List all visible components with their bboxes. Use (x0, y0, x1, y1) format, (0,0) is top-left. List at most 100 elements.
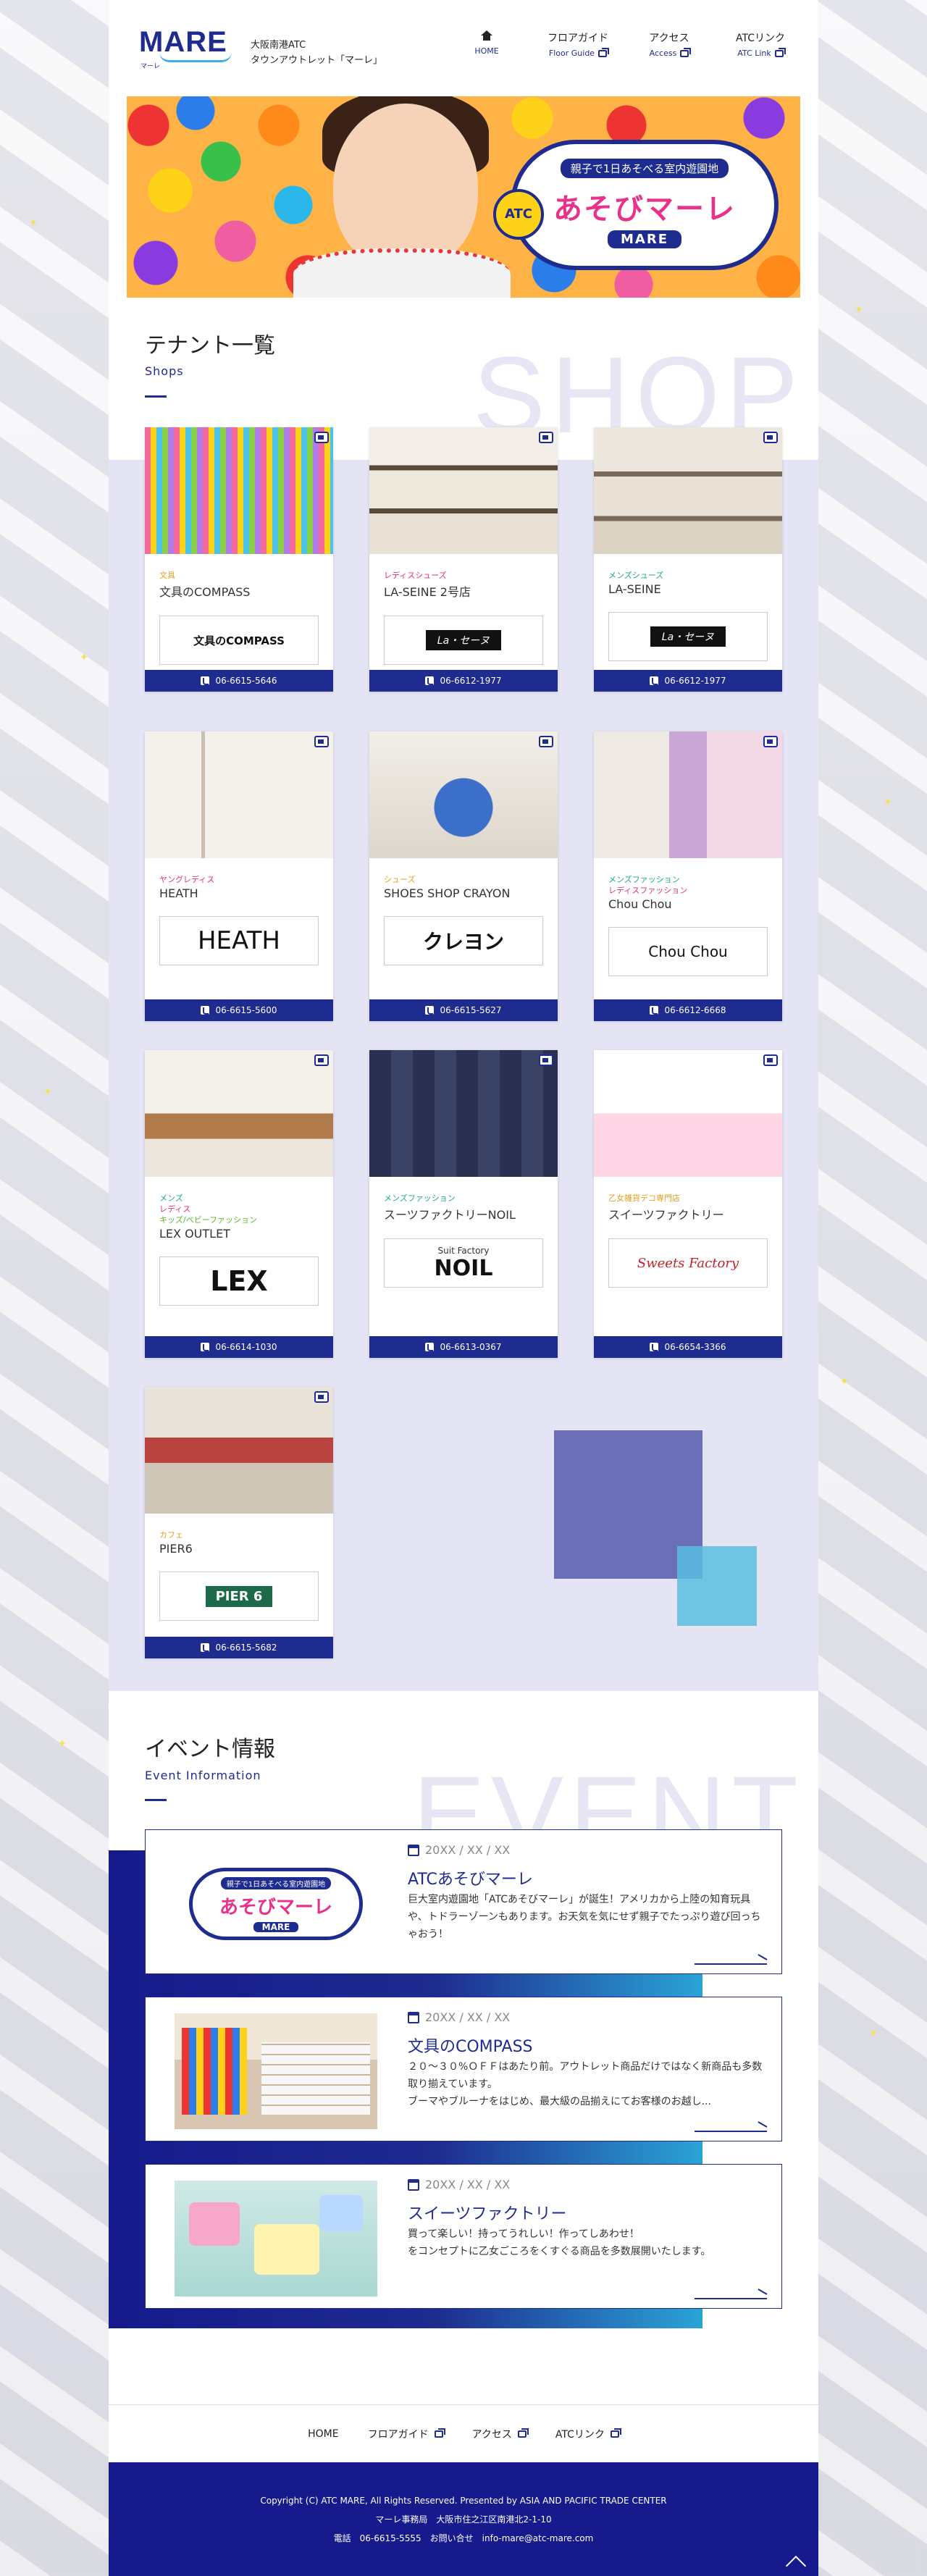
shop-phone-number: 06-6614-1030 (215, 1342, 277, 1352)
image-icon (314, 1054, 329, 1066)
shop-category: メンズファッション (384, 1193, 456, 1203)
shop-card[interactable]: シューズ SHOES SHOP CRAYON クレヨン 06-6615-5627 (369, 731, 558, 1021)
nav-home[interactable]: HOME (443, 30, 530, 59)
shop-card[interactable]: レディスシューズ LA-SEINE 2号店 La・セーヌ 06-6612-1977 (369, 427, 558, 692)
nav-home-label: HOME (474, 46, 499, 56)
shop-phone-number: 06-6615-5627 (440, 1005, 502, 1015)
nav-atc-link-en: ATC Link (737, 49, 771, 58)
back-to-top-icon[interactable] (785, 2554, 807, 2569)
shop-category: ヤングレディス (159, 875, 215, 884)
image-icon (539, 1054, 553, 1066)
shop-logo: La・セーヌ (384, 616, 543, 665)
shop-photo (594, 731, 782, 858)
nav-atc-link-label: ATCリンク (736, 33, 785, 44)
shop-photo (594, 1050, 782, 1177)
event-card[interactable]: 20XX / XX / XX 文具のCOMPASS ２０～３０%ＯＦＦはあたり前… (145, 1997, 782, 2141)
shop-logo-text: クレヨン (422, 930, 504, 954)
child-photo (333, 104, 478, 270)
hero-title: あそびマーレ (553, 193, 736, 226)
shop-categories: メンズファッション レディスファッション (594, 858, 782, 896)
nav-access-label: アクセス (649, 33, 689, 44)
arrow-right-icon[interactable] (695, 2122, 767, 2132)
shop-category: メンズファッション (608, 875, 680, 884)
child-photo-body (293, 248, 511, 298)
events-subtitle: Event Information (145, 1769, 261, 1782)
shop-phone[interactable]: 06-6654-3366 (594, 1336, 782, 1358)
shop-name: スーツファクトリーNOIL (384, 1208, 516, 1222)
shop-card[interactable]: ヤングレディス HEATH HEATH 06-6615-5600 (145, 731, 333, 1021)
shop-categories: メンズ レディス キッズ/ベビーファッション (145, 1177, 333, 1225)
shop-phone[interactable]: 06-6612-1977 (369, 670, 558, 692)
footer-link-home[interactable]: HOME (308, 2428, 338, 2440)
phone-icon (201, 676, 210, 685)
hero-banner[interactable]: ATC 親子で1日あそべる室内遊園地 あそびマーレ MARE (127, 96, 800, 298)
shop-logo-text: HEATH (197, 926, 280, 955)
shop-category: 乙女雑貨デコ専門店 (608, 1193, 680, 1203)
phone-icon (650, 1343, 659, 1351)
shop-card[interactable]: メンズシューズ LA-SEINE La・セーヌ 06-6612-1977 (594, 427, 782, 692)
mare-logo[interactable]: MARE マーレ (139, 28, 233, 71)
shop-card[interactable]: カフェ PIER6 PIER 6 06-6615-5682 (145, 1387, 333, 1658)
shop-phone[interactable]: 06-6615-5600 (145, 999, 333, 1021)
shop-phone[interactable]: 06-6613-0367 (369, 1336, 558, 1358)
phone-icon (650, 1006, 659, 1015)
shop-name: Chou Chou (608, 897, 672, 911)
shop-phone[interactable]: 06-6615-5682 (145, 1637, 333, 1658)
shop-name: HEATH (159, 886, 198, 900)
footer-link-atc[interactable]: ATCリンク (555, 2427, 621, 2441)
shop-phone-number: 06-6615-5682 (215, 1642, 277, 1653)
shop-card[interactable]: メンズファッション レディスファッション Chou Chou Chou Chou 06-… (594, 731, 782, 1021)
shop-photo (369, 1050, 558, 1177)
external-link-icon (774, 47, 786, 57)
event-card[interactable]: 20XX / XX / XX スイーツファクトリー 買って楽しい！持ってうれしい… (145, 2164, 782, 2309)
shop-category: カフェ (159, 1530, 183, 1540)
shops-title: テナント一覧 (145, 333, 275, 358)
shop-phone[interactable]: 06-6612-1977 (594, 670, 782, 692)
footer-link-floor-guide[interactable]: フロアガイド (368, 2427, 445, 2441)
shop-name: LA-SEINE 2号店 (384, 585, 471, 599)
event-title: スイーツファクトリー (408, 2205, 567, 2223)
shop-photo (145, 427, 333, 554)
shop-categories: メンズシューズ (594, 554, 782, 581)
event-card[interactable]: 親子で1日あそべる室内遊園地 あそびマーレ MARE 20XX / XX / X… (145, 1829, 782, 1974)
nav-access-en: Access (649, 49, 677, 58)
shop-logo: PIER 6 (159, 1572, 319, 1621)
shop-photo (369, 731, 558, 858)
shop-phone[interactable]: 06-6615-5627 (369, 999, 558, 1021)
sparkle-icon: ✦ (80, 652, 88, 663)
shop-phone[interactable]: 06-6612-6668 (594, 999, 782, 1021)
phone-icon (425, 676, 435, 685)
shop-logo: クレヨン (384, 916, 543, 965)
shop-categories: ヤングレディス (145, 858, 333, 885)
shop-photo (369, 427, 558, 554)
shop-card[interactable]: 文具 文具のCOMPASS 文具のCOMPASS 06-6615-5646 (145, 427, 333, 692)
calendar-icon (408, 1844, 419, 1856)
shop-phone[interactable]: 06-6615-5646 (145, 670, 333, 692)
phone-icon (201, 1343, 210, 1351)
shop-category: レディスファッション (608, 886, 688, 895)
shop-logo-text: NOIL (434, 1255, 493, 1281)
events-title: イベント情報 (145, 1737, 275, 1762)
image-icon (539, 736, 553, 747)
shop-card[interactable]: メンズ レディス キッズ/ベビーファッション LEX OUTLET LEX 06-6614… (145, 1050, 333, 1358)
sparkle-icon: ✦ (869, 2028, 878, 2039)
phone-icon (425, 1006, 435, 1015)
shop-card[interactable]: 乙女雑貨デコ専門店 スイーツファクトリー Sweets Factory 06-6654… (594, 1050, 782, 1358)
shop-phone[interactable]: 06-6614-1030 (145, 1336, 333, 1358)
shop-logo: Sweets Factory (608, 1238, 768, 1288)
shop-categories: 乙女雑貨デコ専門店 (594, 1177, 782, 1204)
nav-access[interactable]: アクセス Access (626, 30, 713, 59)
nav-atc-link[interactable]: ATCリンク ATC Link (717, 30, 804, 59)
event-image (175, 2181, 377, 2296)
nav-floor-guide[interactable]: フロアガイド Floor Guide (534, 30, 621, 59)
calendar-icon (408, 2178, 419, 2191)
event-text: ２０～３０%ＯＦＦはあたり前。アウトレット商品だけではなく新商品も多数取り揃えて… (408, 2061, 763, 2107)
shop-card[interactable]: メンズファッション スーツファクトリーNOIL Suit Factory NOIL 06… (369, 1050, 558, 1358)
footer-link-access[interactable]: アクセス (472, 2427, 529, 2441)
shop-phone-number: 06-6612-6668 (664, 1005, 726, 1015)
shop-phone-number: 06-6612-1977 (440, 676, 502, 686)
arrow-right-icon[interactable] (695, 2289, 767, 2299)
shop-category: メンズシューズ (608, 571, 664, 580)
shop-photo (145, 1050, 333, 1177)
arrow-right-icon[interactable] (695, 1955, 767, 1965)
